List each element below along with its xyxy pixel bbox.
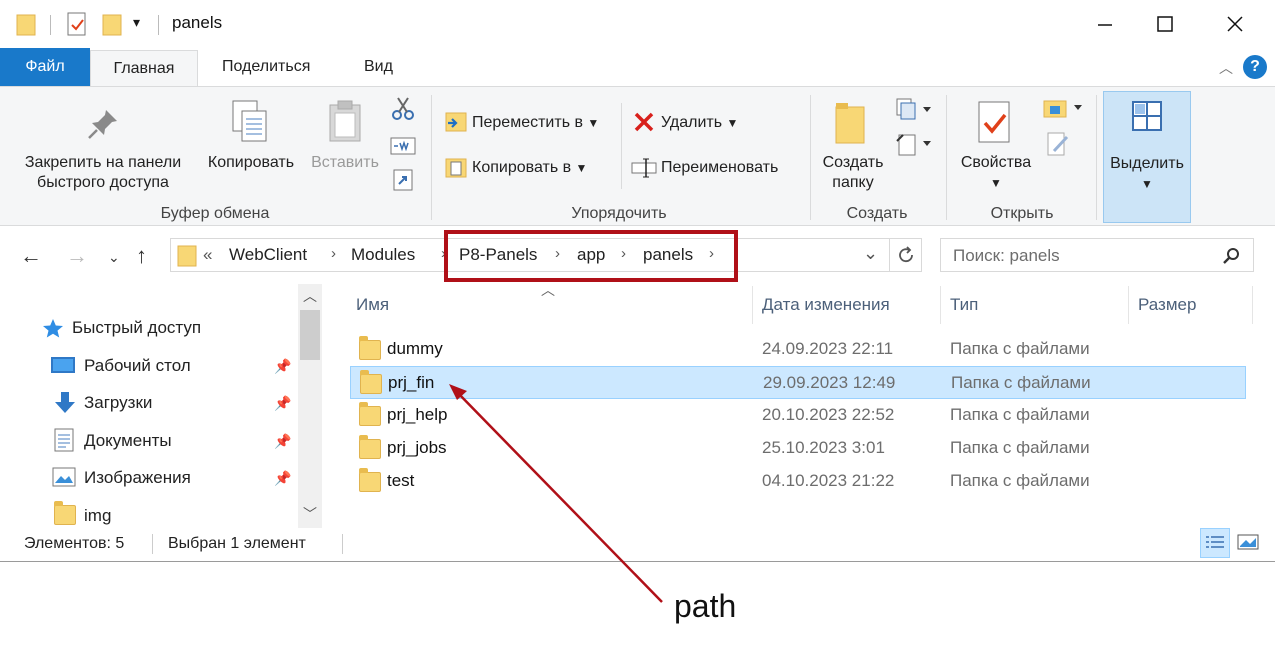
annotation-label: path — [674, 588, 737, 624]
annotation-arrow — [449, 384, 663, 603]
